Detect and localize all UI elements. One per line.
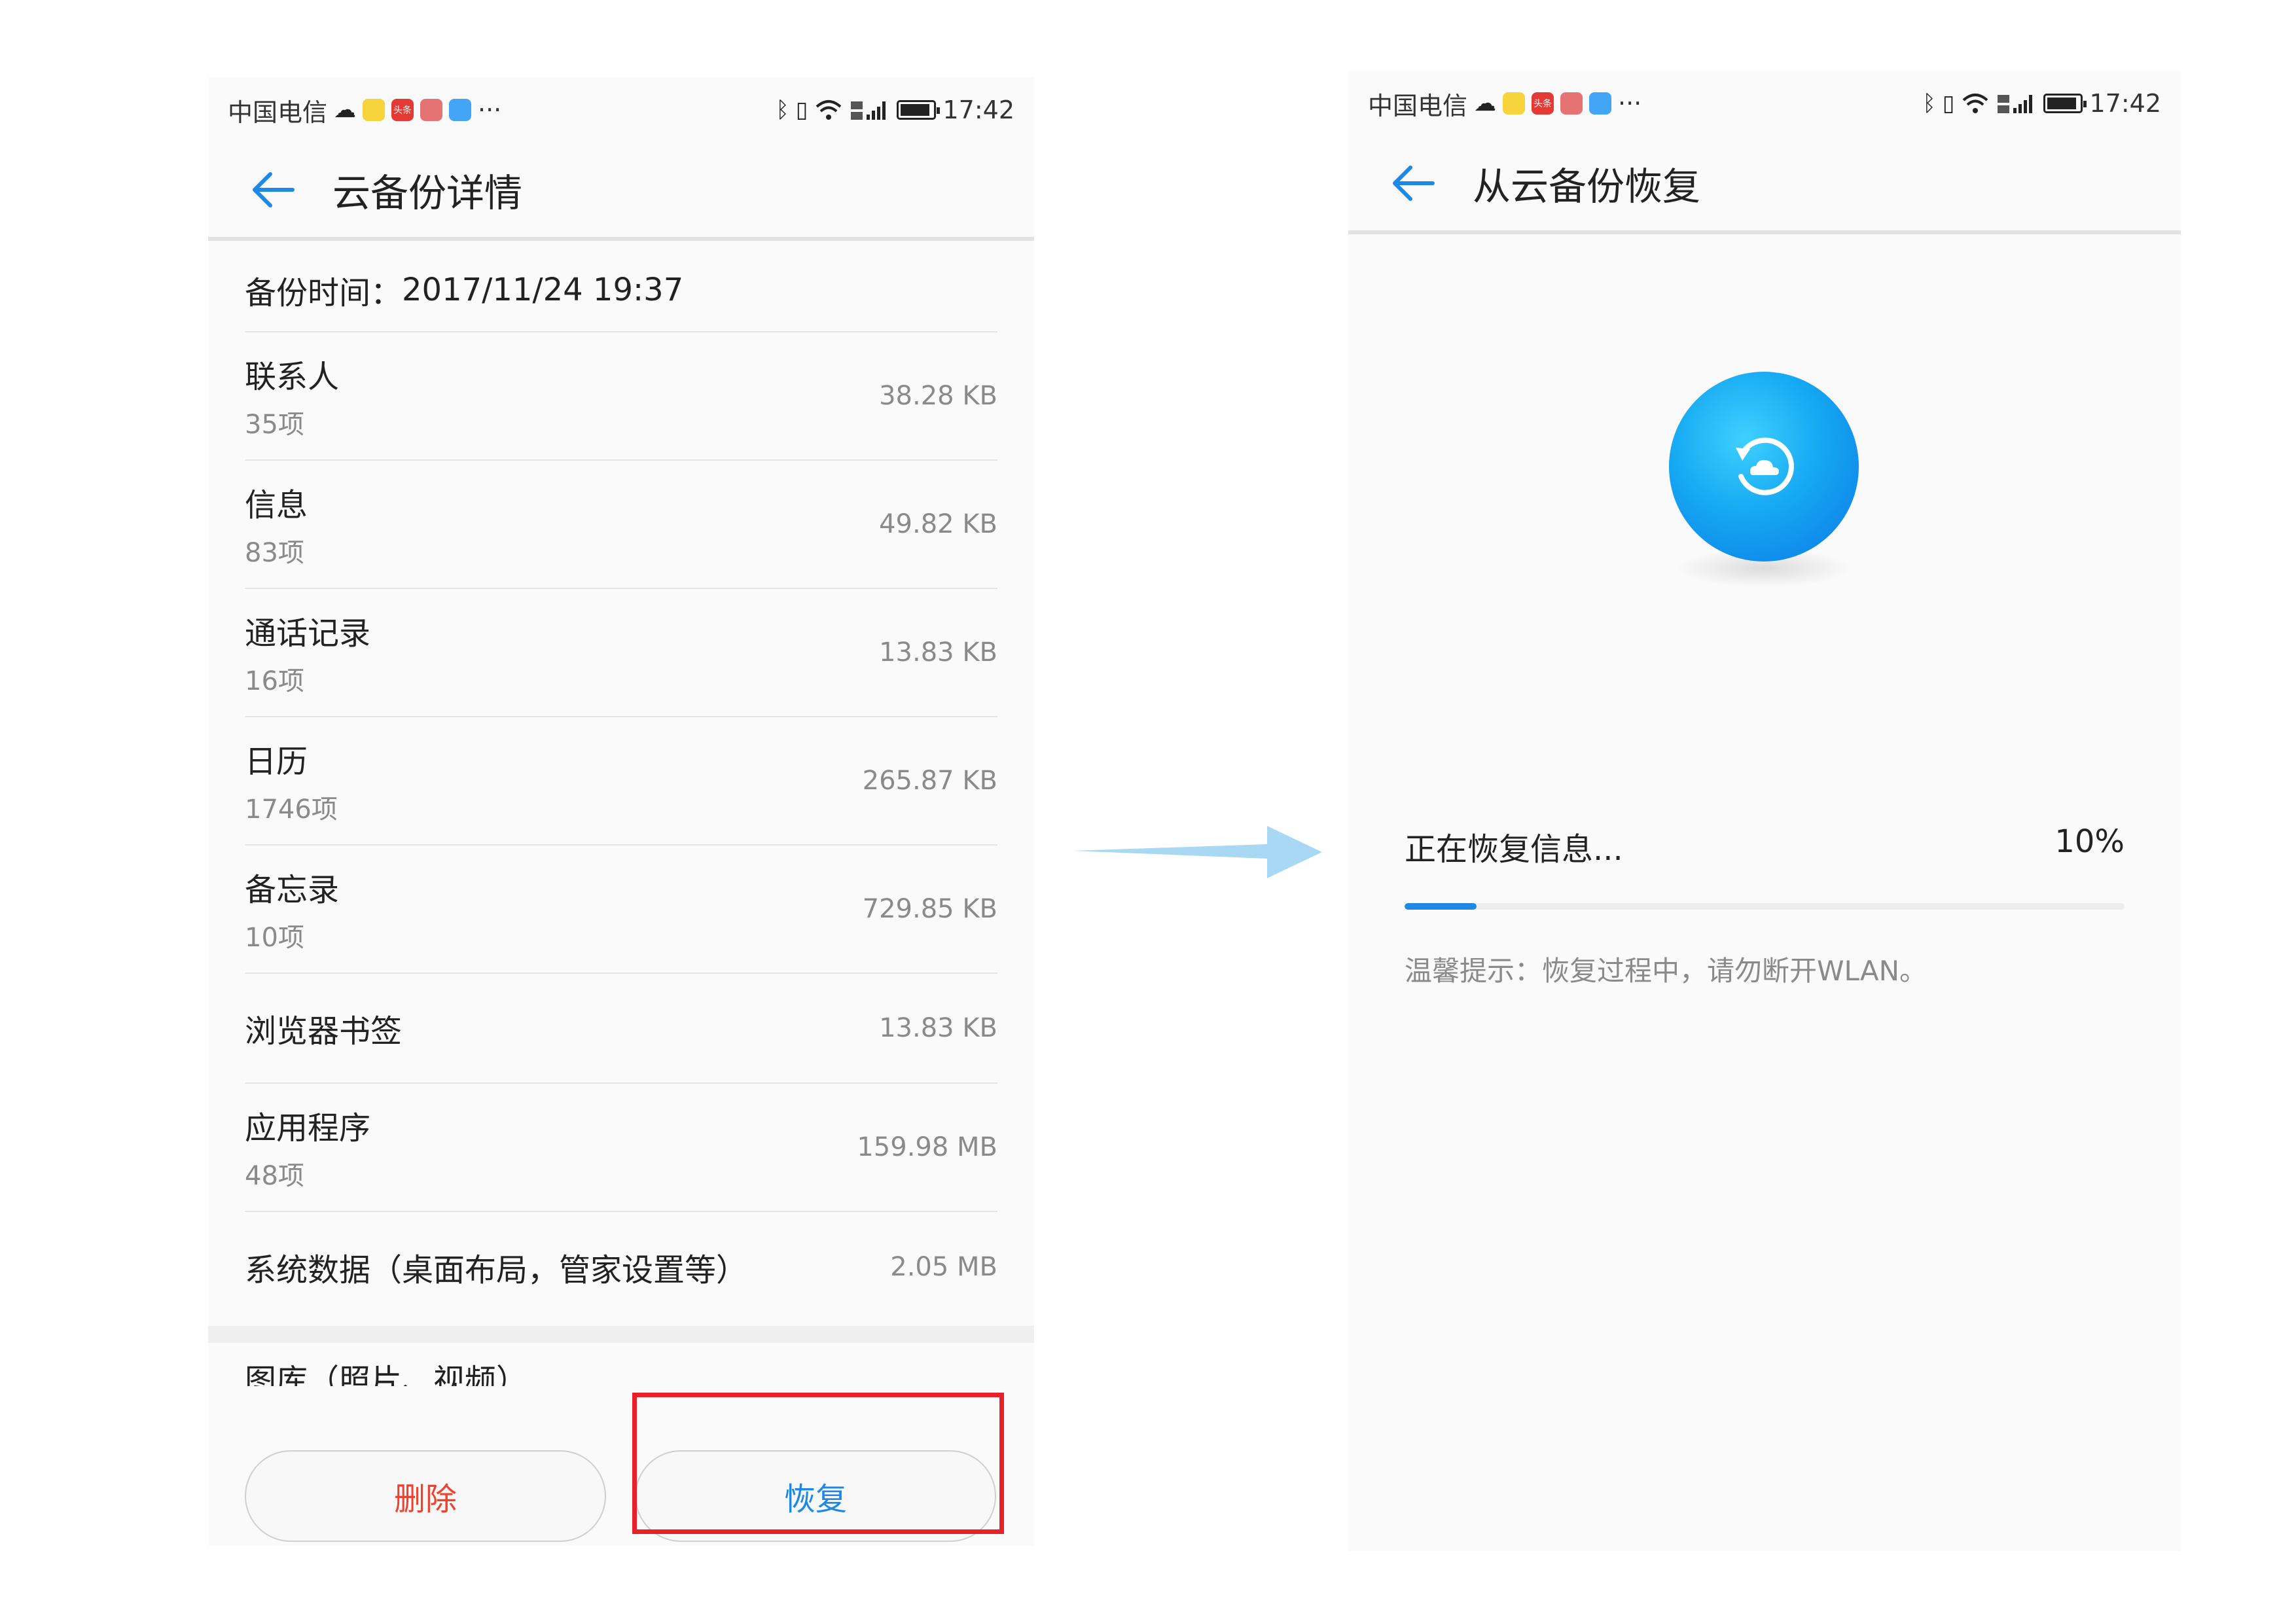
- item-size: 265.87 KB: [862, 766, 997, 796]
- red-app-icon: [1560, 92, 1583, 115]
- restore-orb: [1669, 372, 1859, 607]
- blue-app-icon: [449, 99, 472, 121]
- blue-app-icon: [1589, 92, 1612, 115]
- cloud-sync-icon: [1736, 437, 1794, 495]
- list-item[interactable]: 系统数据（桌面布局，管家设置等） 2.05 MB: [245, 1212, 997, 1322]
- item-count: 16项: [245, 666, 304, 696]
- item-size: 13.83 KB: [879, 1013, 997, 1043]
- battery-icon: [897, 100, 941, 120]
- item-name: 应用程序: [245, 1110, 371, 1147]
- page-title: 云备份详情: [332, 171, 523, 215]
- progress-bar: [1405, 903, 2125, 910]
- toutiao-app-icon: 头条: [1532, 92, 1554, 115]
- clock: 17:42: [2089, 89, 2161, 118]
- gallery-item-peek[interactable]: 图库（照片、视频）: [245, 1355, 528, 1386]
- backup-time-label: 备份时间：: [245, 275, 403, 312]
- backup-item-list: 备份时间： 2017/11/24 19:37 联系人 35项 38.28 KB …: [245, 249, 997, 1322]
- toutiao-label: 头条: [1534, 99, 1552, 109]
- item-count: 48项: [245, 1161, 304, 1191]
- section-divider: [208, 1326, 1034, 1343]
- item-name: 系统数据（桌面布局，管家设置等）: [245, 1252, 748, 1289]
- list-item[interactable]: 信息 83项 49.82 KB: [245, 461, 997, 589]
- list-item[interactable]: 日历 1746项 265.87 KB: [245, 717, 997, 846]
- action-bar: 删除 恢复: [208, 1419, 1034, 1546]
- list-item[interactable]: 浏览器书签 13.83 KB: [245, 974, 997, 1084]
- progress-percent: 10%: [2054, 823, 2125, 860]
- cloud-icon: ☁: [1474, 90, 1497, 116]
- vibrate-icon: ▯: [1942, 90, 1955, 116]
- more-notifications-icon: ···: [478, 96, 502, 124]
- item-name: 通话记录: [245, 615, 371, 652]
- toutiao-app-icon: 头条: [391, 99, 414, 121]
- delete-button[interactable]: 删除: [245, 1450, 606, 1542]
- list-item[interactable]: 联系人 35项 38.28 KB: [245, 332, 997, 461]
- progress-label: 正在恢复信息...: [1405, 831, 1623, 868]
- item-size: 159.98 MB: [857, 1132, 997, 1162]
- bluetooth-icon: ᛒ: [1922, 90, 1936, 116]
- item-count: 10项: [245, 923, 304, 953]
- status-bar: 中国电信 ☁ 头条 ··· ᛒ ▯ 17:42: [208, 77, 1034, 143]
- cloud-restore-icon: [1669, 372, 1859, 562]
- restore-progress-screen: 中国电信 ☁ 头条 ··· ᛒ ▯ 17:42 从云备份恢复 正在恢复信息...…: [1348, 71, 2181, 1551]
- backup-details-screen: 中国电信 ☁ 头条 ··· ᛒ ▯ 17:42 云备份详情 备份时间： 2017…: [208, 77, 1034, 1546]
- restore-button[interactable]: 恢复: [635, 1450, 996, 1542]
- item-count: 1746项: [245, 794, 338, 825]
- item-size: 49.82 KB: [879, 509, 997, 539]
- status-bar: 中国电信 ☁ 头条 ··· ᛒ ▯ 17:42: [1348, 71, 2181, 136]
- carrier-label: 中国电信: [228, 98, 328, 127]
- list-item[interactable]: 应用程序 48项 159.98 MB: [245, 1084, 997, 1212]
- item-count: 83项: [245, 538, 304, 568]
- toutiao-label: 头条: [393, 105, 412, 116]
- page-title: 从云备份恢复: [1473, 164, 1701, 209]
- item-size: 729.85 KB: [862, 894, 997, 924]
- carrier-label: 中国电信: [1368, 91, 1468, 120]
- flow-arrow-icon: [1073, 826, 1322, 878]
- back-button[interactable]: [1374, 144, 1453, 223]
- bluetooth-icon: ᛒ: [776, 97, 789, 123]
- app-bar: 从云备份恢复: [1348, 136, 2181, 234]
- item-name: 日历: [245, 743, 308, 780]
- wifi-icon: [816, 100, 842, 120]
- list-item[interactable]: 备忘录 10项 729.85 KB: [245, 846, 997, 974]
- music-app-icon: [363, 99, 386, 121]
- clock: 17:42: [942, 96, 1014, 124]
- item-size: 13.83 KB: [879, 637, 997, 668]
- cloud-icon: ☁: [334, 97, 357, 123]
- backup-time-value: 2017/11/24 19:37: [402, 272, 684, 308]
- app-bar: 云备份详情: [208, 143, 1034, 241]
- signal-icon: [851, 101, 886, 120]
- item-name: 信息: [245, 487, 308, 524]
- signal-icon: [1998, 95, 2033, 113]
- item-name: 备忘录: [245, 872, 340, 908]
- back-arrow-icon: [253, 172, 295, 207]
- battery-icon: [2043, 94, 2087, 113]
- more-notifications-icon: ···: [1618, 89, 1642, 118]
- music-app-icon: [1503, 92, 1526, 115]
- back-arrow-icon: [1393, 166, 1435, 201]
- item-count: 35项: [245, 410, 304, 440]
- item-size: 2.05 MB: [890, 1252, 997, 1282]
- back-button[interactable]: [234, 151, 313, 229]
- list-item[interactable]: 通话记录 16项 13.83 KB: [245, 589, 997, 717]
- red-app-icon: [420, 99, 443, 121]
- backup-time-row: 备份时间： 2017/11/24 19:37: [245, 249, 997, 332]
- vibrate-icon: ▯: [795, 97, 808, 123]
- tip-text: 温馨提示：恢复过程中，请勿断开WLAN。: [1405, 955, 1928, 987]
- progress-bar-fill: [1405, 903, 1477, 910]
- item-name: 联系人: [245, 359, 340, 395]
- item-size: 38.28 KB: [879, 381, 997, 411]
- item-name: 浏览器书签: [245, 1013, 403, 1050]
- wifi-icon: [1963, 94, 1988, 113]
